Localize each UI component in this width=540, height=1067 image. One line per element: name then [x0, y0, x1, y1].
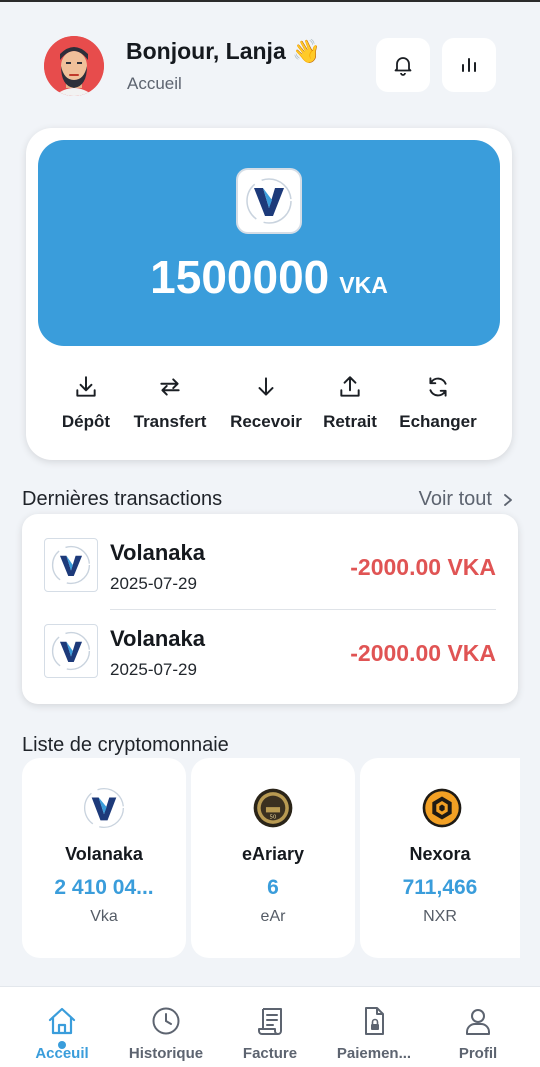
avatar[interactable] [44, 36, 104, 96]
exchange-label: Echanger [399, 412, 477, 431]
crypto-value: 711,466 [402, 876, 478, 899]
vka-logo-icon [44, 538, 98, 592]
transaction-row[interactable]: Volanaka 2025-07-29 -2000.00 VKA [22, 600, 518, 686]
payment-document-icon [365, 1007, 384, 1035]
transaction-name: Volanaka [110, 626, 205, 651]
arrow-down-icon [258, 377, 274, 396]
transaction-amount: -2000.00 VKA [350, 640, 496, 666]
receipt-icon [258, 1008, 282, 1035]
svg-text:50: 50 [270, 815, 277, 821]
quick-actions: Dépôt Transfert Recevoir Retrait Echange… [26, 374, 512, 444]
page-subtitle: Accueil [127, 74, 182, 93]
upload-icon [340, 376, 360, 397]
notifications-button[interactable] [376, 38, 430, 92]
stats-button[interactable] [442, 38, 496, 92]
crypto-card-nexora[interactable]: Nexora 711,466 NXR [360, 758, 520, 958]
crypto-card-eariary[interactable]: 50 eAriary 6 eAr [191, 758, 355, 958]
nav-profile[interactable]: Profil [428, 1005, 528, 1062]
transaction-date: 2025-07-29 [110, 660, 197, 679]
transaction-row[interactable]: Volanaka 2025-07-29 -2000.00 VKA [22, 514, 518, 610]
balance-amount: 1500000 [150, 251, 330, 303]
header: Bonjour, Lanja 👋 Accueil [0, 36, 540, 96]
crypto-name: Volanaka [65, 844, 143, 864]
crypto-symbol: eAr [260, 908, 286, 925]
crypto-list-title: Liste de cryptomonnaie [22, 734, 229, 756]
nav-profile-label: Profil [458, 1045, 498, 1062]
clock-icon [152, 1007, 180, 1035]
deposit-button[interactable]: Dépôt [60, 374, 112, 432]
nexora-coin-icon [422, 788, 462, 828]
deposit-label: Dépôt [61, 412, 111, 431]
transaction-amount: -2000.00 VKA [350, 554, 496, 580]
crypto-card-volanaka[interactable]: Volanaka 2 410 04... Vka [22, 758, 186, 958]
nav-payment-label: Paiemen... [336, 1045, 412, 1062]
balance-panel: 1500000 VKA [38, 140, 500, 346]
balance-currency: VKA [339, 272, 388, 298]
crypto-symbol: Vka [90, 908, 118, 925]
crypto-value: 6 [267, 876, 279, 899]
transfer-label: Transfert [133, 412, 207, 431]
nav-invoice-label: Facture [242, 1045, 298, 1062]
eariary-coin-icon: 50 [253, 788, 293, 828]
download-icon [76, 376, 96, 397]
nav-home[interactable]: Acceuil [12, 1005, 112, 1062]
nav-history[interactable]: Historique [116, 1005, 216, 1062]
balance-value: 1500000 VKA [38, 250, 500, 304]
transfer-icon [160, 378, 180, 396]
withdraw-button[interactable]: Retrait [320, 374, 380, 432]
status-divider [0, 0, 540, 2]
user-icon [466, 1009, 490, 1035]
transaction-name: Volanaka [110, 540, 205, 565]
bar-chart-icon [462, 58, 476, 72]
crypto-name: Nexora [409, 844, 471, 864]
crypto-name: eAriary [241, 844, 305, 864]
transaction-date: 2025-07-29 [110, 574, 197, 593]
receive-label: Recevoir [230, 412, 302, 431]
chevron-right-icon [504, 493, 512, 506]
crypto-symbol: NXR [423, 908, 457, 925]
see-all-label: Voir tout [418, 488, 492, 510]
vka-logo-icon [44, 624, 98, 678]
nav-invoice[interactable]: Facture [220, 1005, 320, 1062]
transactions-list: Volanaka 2025-07-29 -2000.00 VKA Volanak… [22, 514, 518, 704]
exchange-icon [429, 377, 447, 397]
home-icon [48, 1007, 76, 1035]
receive-button[interactable]: Recevoir [226, 374, 306, 432]
balance-card: 1500000 VKA Dépôt Transfert Recevoir Ret… [26, 128, 512, 460]
withdraw-label: Retrait [323, 412, 377, 431]
exchange-button[interactable]: Echanger [396, 374, 480, 432]
greeting-text: Bonjour, Lanja 👋 [126, 38, 321, 64]
transfer-button[interactable]: Transfert [130, 374, 210, 432]
nav-payment[interactable]: Paiemen... [324, 1005, 424, 1062]
nav-history-label: Historique [128, 1045, 204, 1062]
see-all-link[interactable]: Voir tout [419, 488, 514, 511]
vka-logo-icon [236, 168, 302, 234]
bell-icon [394, 57, 412, 76]
transactions-title: Dernières transactions [22, 488, 223, 510]
vka-logo-icon [83, 787, 125, 829]
active-indicator [58, 1041, 66, 1049]
crypto-value: 2 410 04... [54, 876, 154, 899]
bottom-navigation: Acceuil Historique Facture Paiemen... Pr… [0, 986, 540, 1067]
